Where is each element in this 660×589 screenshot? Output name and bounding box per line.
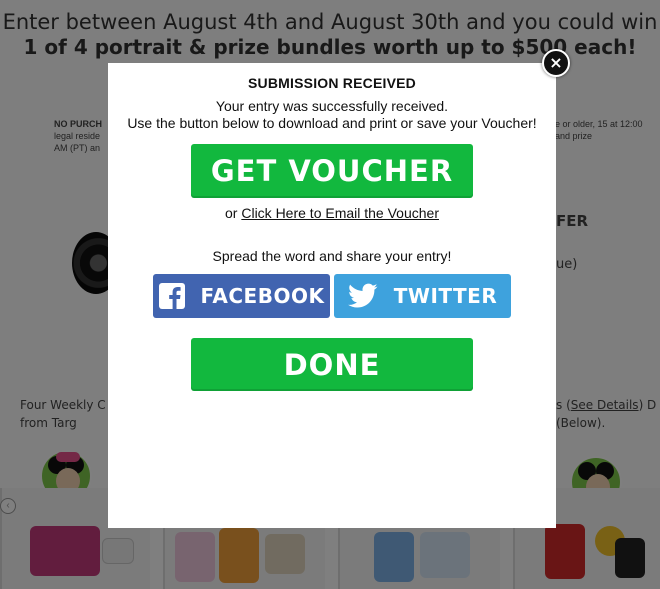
email-voucher-link[interactable]: Click Here to Email the Voucher [241, 205, 439, 221]
submission-modal: SUBMISSION RECEIVED Your entry was succe… [108, 63, 556, 528]
facebook-button-label: FACEBOOK [200, 284, 325, 308]
facebook-icon [158, 283, 185, 309]
close-icon[interactable]: × [542, 49, 570, 77]
twitter-icon [347, 283, 378, 309]
share-prompt: Spread the word and share your entry! [212, 248, 452, 264]
email-voucher-line: or Click Here to Email the Voucher [108, 205, 556, 221]
modal-message-line-1: Your entry was successfully received. [215, 98, 449, 114]
modal-title: SUBMISSION RECEIVED [248, 75, 416, 91]
modal-message-line-2: Use the button below to download and pri… [127, 115, 537, 131]
done-button[interactable]: DONE [191, 338, 473, 391]
get-voucher-button[interactable]: GET VOUCHER [191, 144, 473, 198]
email-prefix: or [225, 205, 242, 221]
facebook-share-button[interactable]: FACEBOOK [153, 274, 330, 318]
twitter-button-label: TWITTER [393, 284, 498, 308]
twitter-share-button[interactable]: TWITTER [334, 274, 511, 318]
modal-message: Your entry was successfully received. Us… [108, 98, 556, 132]
